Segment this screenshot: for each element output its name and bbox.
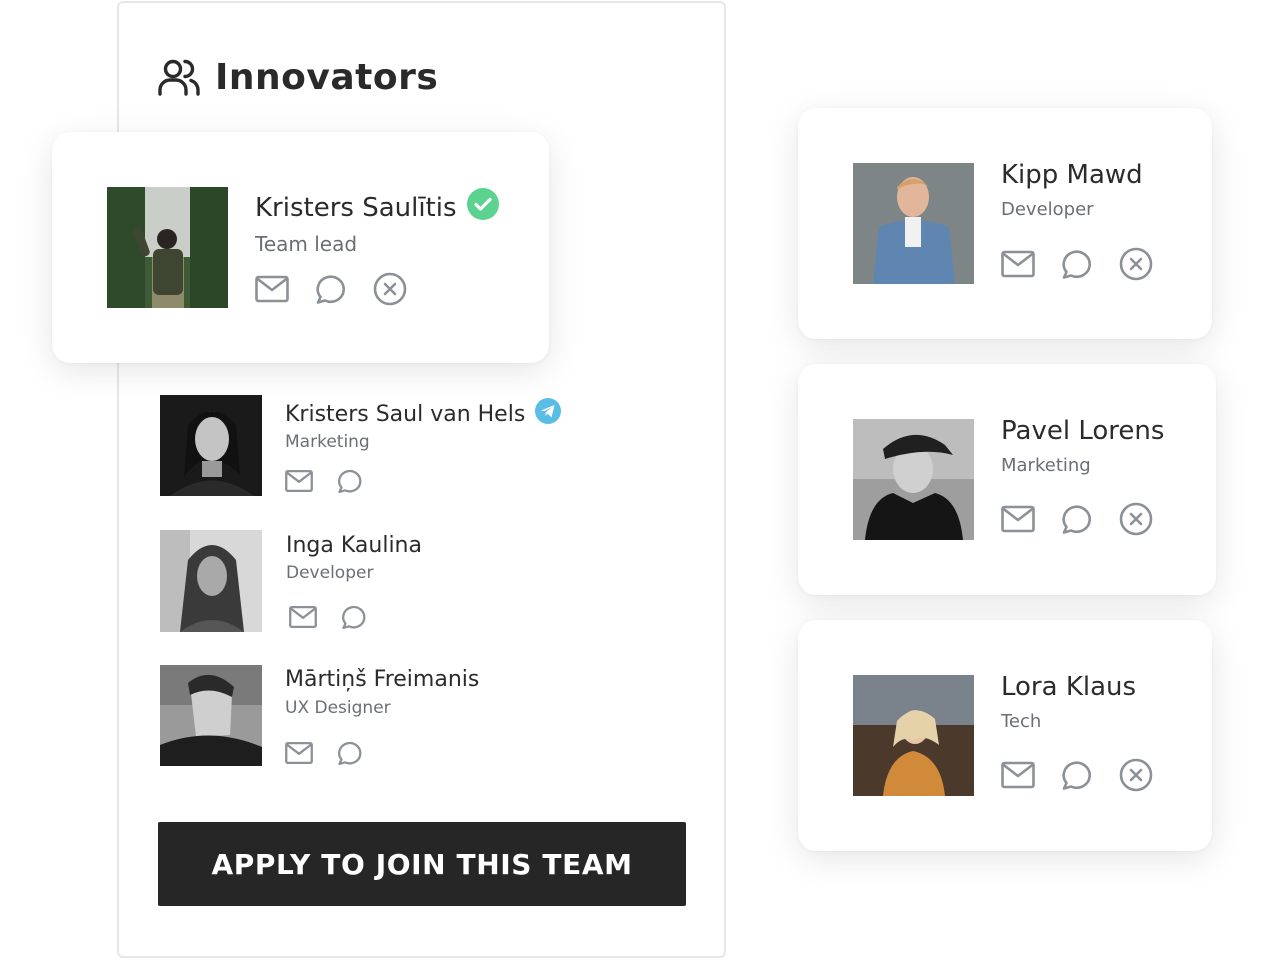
member-role: Marketing	[1001, 455, 1091, 476]
member-actions	[255, 272, 407, 306]
member-name: Mārtiņš Freimanis	[285, 667, 480, 692]
apply-to-join-button[interactable]: APPLY TO JOIN THIS TEAM	[158, 822, 686, 906]
member-role: Tech	[1001, 711, 1042, 732]
member-name-wrapper: Lora Klaus	[1001, 672, 1136, 702]
chat-icon[interactable]	[315, 273, 347, 305]
chat-icon[interactable]	[337, 468, 363, 494]
chat-icon[interactable]	[341, 604, 367, 630]
mail-icon[interactable]	[285, 741, 313, 765]
remove-icon[interactable]	[1119, 502, 1153, 536]
avatar	[160, 395, 262, 496]
member-name: Inga Kaulina	[286, 533, 422, 558]
chat-icon[interactable]	[337, 740, 363, 766]
avatar	[107, 187, 228, 308]
member-name: Lora Klaus	[1001, 672, 1137, 702]
invited-member-card: Kipp Mawd Developer	[798, 108, 1212, 339]
member-actions	[285, 740, 363, 766]
chat-icon[interactable]	[1061, 759, 1093, 791]
invited-member-card: Lora Klaus Tech	[798, 620, 1212, 851]
member-name: Kipp Mawd	[1001, 160, 1143, 190]
member-role: Team lead	[255, 232, 358, 256]
member-actions	[1001, 502, 1153, 536]
remove-icon[interactable]	[373, 272, 407, 306]
member-name-wrapper: Kipp Mawd	[1001, 160, 1143, 190]
avatar	[160, 530, 262, 632]
member-role: Developer	[286, 563, 374, 583]
member-name-wrapper: Mārtiņš Freimanis	[285, 667, 479, 692]
member-actions	[1001, 247, 1153, 281]
member-name: Pavel Lorens	[1001, 416, 1165, 446]
member-name-wrapper: Kristers Saulītis	[255, 188, 499, 227]
users-icon	[158, 59, 200, 96]
chat-icon[interactable]	[1061, 248, 1093, 280]
team-lead-card: Kristers Saulītis Team lead	[52, 132, 549, 363]
mail-icon[interactable]	[289, 605, 317, 629]
remove-icon[interactable]	[1119, 758, 1153, 792]
avatar	[853, 163, 974, 284]
mail-icon[interactable]	[1001, 761, 1035, 789]
member-role: Developer	[1001, 199, 1094, 220]
member-name-wrapper: Pavel Lorens	[1001, 416, 1164, 446]
chat-icon[interactable]	[1061, 503, 1093, 535]
mail-icon[interactable]	[1001, 505, 1035, 533]
verified-check-icon	[466, 188, 499, 227]
invited-member-card: Pavel Lorens Marketing	[798, 364, 1216, 595]
remove-icon[interactable]	[1119, 247, 1153, 281]
member-name: Kristers Saulītis	[255, 192, 457, 223]
member-name-wrapper: Kristers Saul van Hels	[285, 398, 562, 430]
telegram-icon	[535, 398, 562, 430]
mail-icon[interactable]	[285, 469, 313, 493]
avatar	[853, 419, 974, 540]
member-actions	[1001, 758, 1153, 792]
member-role: Marketing	[285, 432, 370, 452]
member-name: Kristers Saul van Hels	[285, 401, 526, 427]
team-header: Innovators	[157, 55, 438, 99]
member-name-wrapper: Inga Kaulina	[286, 533, 422, 558]
member-role: UX Designer	[285, 698, 391, 718]
member-actions	[285, 468, 363, 494]
member-actions	[289, 604, 367, 630]
mail-icon[interactable]	[1001, 250, 1035, 278]
avatar	[853, 675, 974, 796]
team-title: Innovators	[215, 56, 439, 98]
mail-icon[interactable]	[255, 275, 289, 303]
avatar	[160, 665, 262, 766]
